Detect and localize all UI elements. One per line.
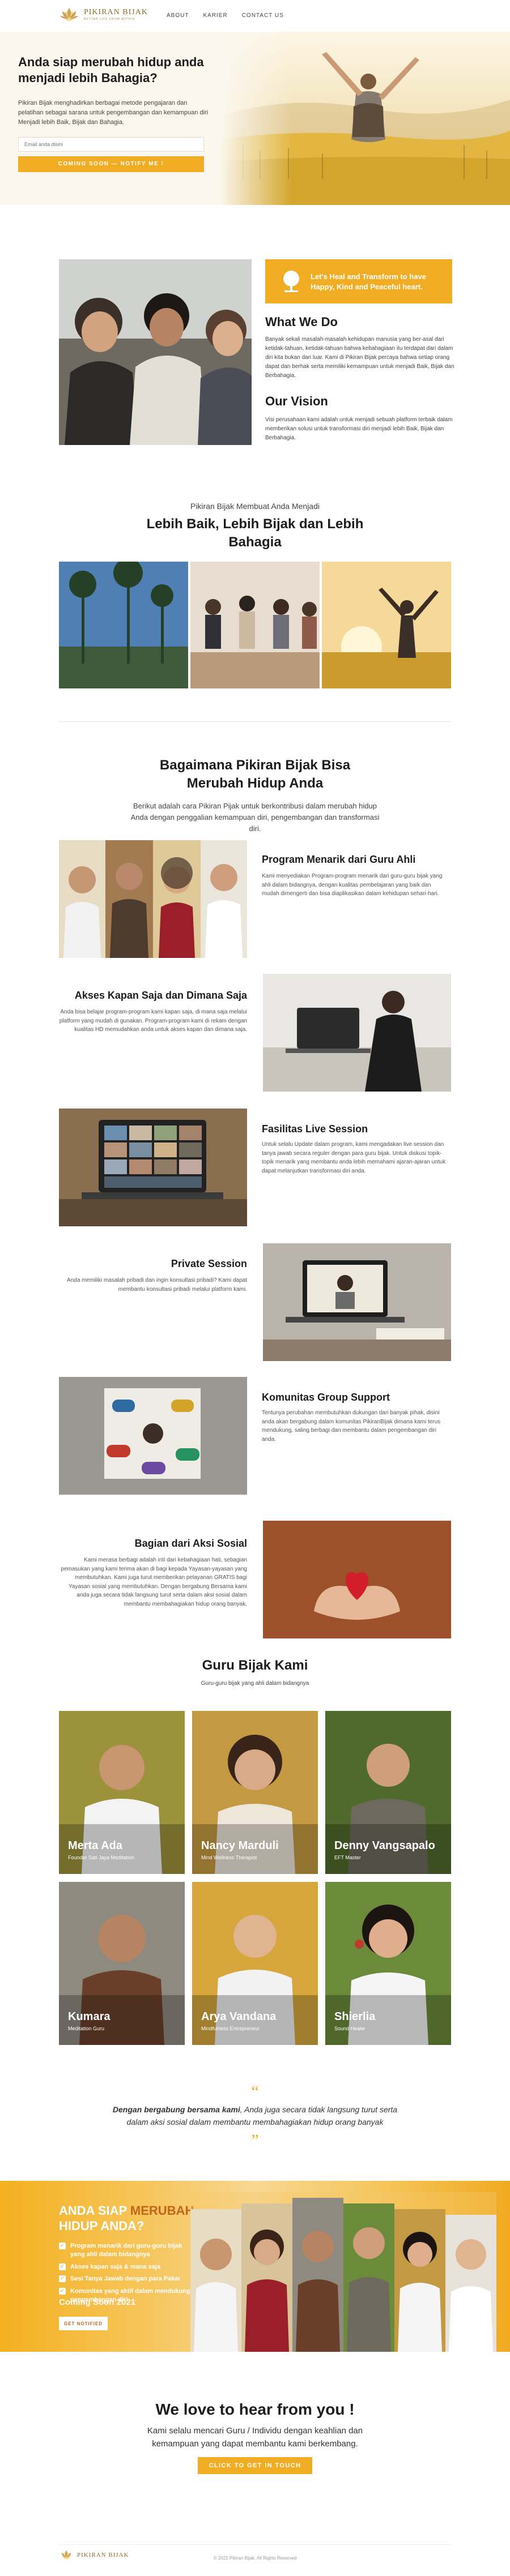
quote-bold: Dengan bergabung bersama kami <box>112 2105 240 2114</box>
team-card-merta-ada[interactable]: Merta Ada Founder Sati Jaya Meditation <box>59 1711 185 1874</box>
feature-title-komunitas: Komunitas Group Support <box>262 1392 390 1403</box>
section-divider <box>59 721 451 722</box>
sunset-field-image <box>322 562 451 688</box>
signup-banner: ANDA SIAP MERUBAH HIDUP ANDA? ✓ Program m… <box>0 2181 510 2352</box>
check-icon: ✓ <box>59 2263 66 2270</box>
why-kicker: Pikiran Bijak Membuat Anda Menjadi <box>190 502 320 511</box>
live-session-image <box>59 1109 247 1226</box>
laptop-learning-image <box>263 974 451 1092</box>
what-we-do-text: Banyak sekali masalah-masalah kehidupan … <box>265 336 454 379</box>
hero-image <box>220 32 510 205</box>
why-title: Lebih Baik, Lebih Bijak dan Lebih Bahagi… <box>146 516 364 550</box>
community-group-image <box>59 1377 247 1495</box>
nav-karier[interactable]: KARIER <box>203 12 227 19</box>
get-notified-button[interactable]: GET NOTIFIED <box>59 2317 108 2330</box>
tree-icon <box>283 271 299 292</box>
how-title: Bagaimana Pikiran Bijak Bisa Merubah Hid… <box>159 758 351 791</box>
team-title: Guru Bijak Kami <box>202 1658 308 1673</box>
feature-text-komunitas: Tentunya perubahan membutuhkan dukungan … <box>262 1410 441 1443</box>
get-in-touch-button[interactable]: CLICK TO GET IN TOUCH <box>198 2457 312 2474</box>
banner-title-highlight: MERUBAH <box>130 2203 194 2218</box>
check-icon: ✓ <box>59 2243 66 2249</box>
team-role: Mindfulness Entrepreneur <box>201 2026 260 2031</box>
brand-logo[interactable]: PIKIRAN BIJAK BETTER LIFE FROM WITHIN <box>59 6 148 24</box>
email-input[interactable] <box>18 137 204 152</box>
check-icon: ✓ <box>59 2287 66 2295</box>
list-item: ✓ Program menarik dari guru-guru bijak ya… <box>59 2242 193 2260</box>
team-card-denny-vangsapalo[interactable]: Denny Vangsapalo EFT Master <box>325 1711 451 1874</box>
team-role: Mind Wellness Therapist <box>201 1855 257 1860</box>
feature-title-private: Private Session <box>171 1258 247 1269</box>
feature-text-akses: Anda bisa belajar program-program kami k… <box>59 1009 247 1033</box>
benefit-text: Akses kapan saja & mana saja <box>70 2263 160 2270</box>
banner-title-line2: HIDUP ANDA? <box>59 2218 144 2233</box>
team-name: Shierlia <box>334 2010 376 2023</box>
team-card-kumara[interactable]: Kumara Meditation Guru <box>59 1882 185 2045</box>
copyright-text: © 2021 Pikiran Bijak. All Rights Reserve… <box>213 2556 297 2561</box>
our-vision-text: Visi perusahaan kami adalah untuk menjad… <box>265 417 453 441</box>
feature-text-private: Anda memiliki masalah pribadi dan ingin … <box>67 1277 247 1293</box>
nav-contact-us[interactable]: CONTACT US <box>242 12 284 19</box>
team-subtitle: Guru-guru bijak yang ahli dalam bidangny… <box>201 1680 309 1687</box>
list-item: ✓ Sesi Tanya Jawab dengan para Pakar <box>59 2275 193 2283</box>
team-card-shierlia[interactable]: Shierlia Sound Healer <box>325 1882 451 2045</box>
feature-title-program: Program Menarik dari Guru Ahli <box>262 854 416 865</box>
team-role: Founder Sati Jaya Meditation <box>68 1855 135 1860</box>
feature-title-aksi-sosial: Bagian dari Aksi Sosial <box>134 1538 247 1549</box>
list-item: ✓ Akses kapan saja & mana saja <box>59 2263 193 2271</box>
heal-callout: Let's Heal and Transform to have Happy, … <box>265 259 452 303</box>
main-nav: ABOUT KARIER CONTACT US <box>167 12 284 19</box>
benefit-text: Program menarik dari guru-guru bijak yan… <box>70 2243 182 2258</box>
brand-name: PIKIRAN BIJAK <box>84 8 148 16</box>
hero-title: Anda siap merubah hidup anda menjadi leb… <box>18 55 204 85</box>
footer-divider <box>59 2544 451 2545</box>
nav-about[interactable]: ABOUT <box>167 12 189 19</box>
coming-soon-text: Coming Soon 2021 <box>59 2297 136 2307</box>
notify-me-button[interactable]: COMING SOON — NOTIFY ME ! <box>18 156 204 172</box>
site-header: PIKIRAN BIJAK BETTER LIFE FROM WITHIN AB… <box>0 0 510 32</box>
guru-group-image <box>59 840 247 958</box>
team-role: Sound Healer <box>334 2026 366 2031</box>
feature-text-live: Untuk selalu Update dalam program, kami … <box>262 1141 446 1174</box>
team-role: Meditation Guru <box>68 2026 105 2031</box>
feature-title-live: Fasilitas Live Session <box>262 1123 368 1135</box>
team-role: EFT Master <box>334 1855 361 1860</box>
check-icon: ✓ <box>59 2275 66 2283</box>
hero-description: Pikiran Bijak menghadirkan berbagai meto… <box>18 100 209 126</box>
team-name: Kumara <box>68 2010 110 2023</box>
our-vision-title: Our Vision <box>265 394 328 408</box>
how-description: Berikut adalah cara Pikiran Pijak untuk … <box>130 802 380 833</box>
what-we-do-title: What We Do <box>265 315 338 329</box>
quote-close-icon: ” <box>251 2131 259 2150</box>
hero-section: Anda siap merubah hidup anda menjadi leb… <box>0 32 510 205</box>
brand-tagline: BETTER LIFE FROM WITHIN <box>84 18 135 21</box>
lotus-logo-icon <box>60 8 78 21</box>
callout-text: Let's Heal and Transform to have Happy, … <box>311 272 426 291</box>
feature-title-akses: Akses Kapan Saja dan Dimana Saja <box>74 990 247 1001</box>
heart-hands-image <box>263 1521 451 1638</box>
team-name: Arya Vandana <box>201 2010 277 2023</box>
yoga-class-image <box>190 562 320 688</box>
team-card-nancy-marduli[interactable]: Nancy Marduli Mind Wellness Therapist <box>192 1711 318 1874</box>
banner-title: ANDA SIAP MERUBAH HIDUP ANDA? <box>59 2203 194 2234</box>
benefit-text: Sesi Tanya Jawab dengan para Pakar <box>70 2275 181 2283</box>
palm-trees-image <box>59 562 188 688</box>
team-name: Nancy Marduli <box>201 1839 279 1852</box>
banner-title-prefix: ANDA SIAP <box>59 2203 130 2218</box>
contact-title: We love to hear from you ! <box>155 2400 355 2418</box>
quote-text: Dengan bergabung bersama kami, Anda juga… <box>108 2104 402 2128</box>
private-session-image <box>263 1243 451 1361</box>
women-laughing-image <box>59 259 252 445</box>
team-name: Denny Vangsapalo <box>334 1839 435 1852</box>
team-name: Merta Ada <box>68 1839 122 1852</box>
guru-collage-image <box>190 2192 496 2352</box>
team-card-arya-vandana[interactable]: Arya Vandana Mindfulness Entrepreneur <box>192 1882 318 2045</box>
quote-open-icon: “ <box>251 2082 259 2101</box>
feature-text-aksi-sosial: Kami merasa berbagi adalah inti dari keb… <box>61 1557 247 1607</box>
contact-text: Kami selalu mencari Guru / Individu deng… <box>147 2426 363 2449</box>
feature-text-program: Kami menyediakan Program-program menarik… <box>262 873 443 897</box>
